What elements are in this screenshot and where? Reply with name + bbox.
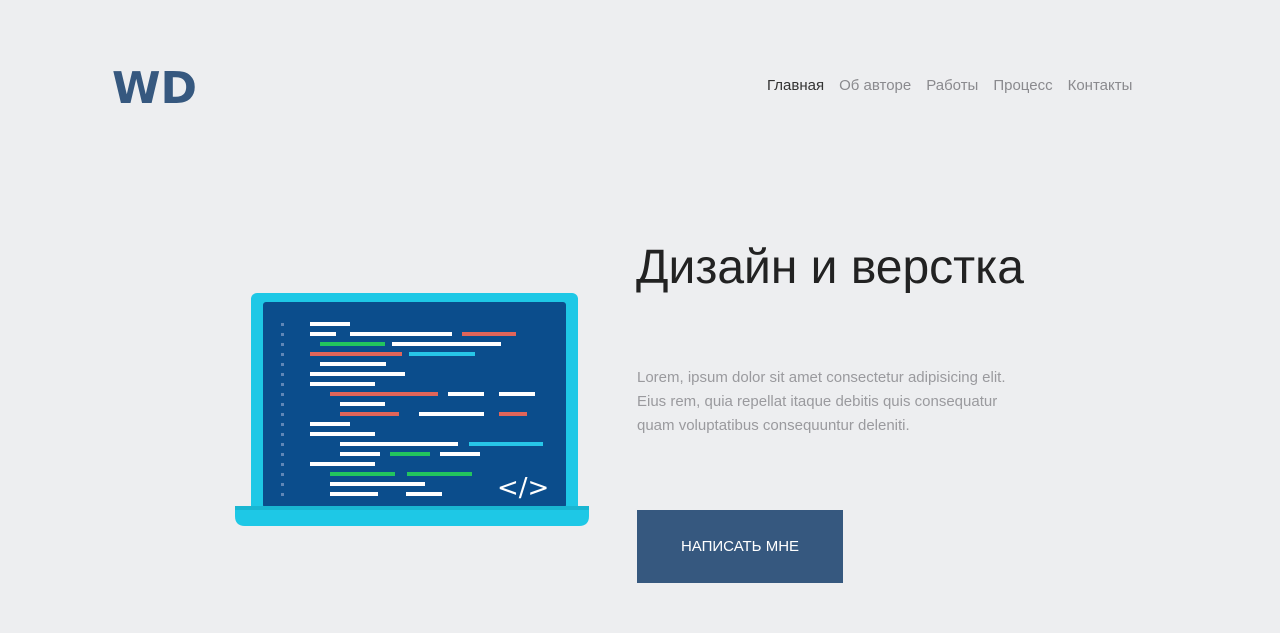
hero-description: Lorem, ipsum dolor sit amet consectetur …	[637, 369, 1006, 434]
nav-item-home[interactable]: Главная	[767, 77, 824, 94]
nav-item-process[interactable]: Процесс	[993, 77, 1052, 94]
contact-me-button[interactable]: НАПИСАТЬ МНЕ	[637, 510, 843, 583]
hero-title: Дизайн и верстка	[636, 241, 1024, 294]
nav-item-about[interactable]: Об авторе	[839, 77, 911, 94]
logo[interactable]: WD	[112, 60, 202, 110]
nav-item-contacts[interactable]: Контакты	[1068, 77, 1133, 94]
code-brackets-icon: </>	[497, 473, 549, 503]
main-nav: Главная Об авторе Работы Процесс Контакт…	[767, 77, 1132, 94]
nav-item-works[interactable]: Работы	[926, 77, 978, 94]
logo-text: WD	[112, 63, 197, 110]
laptop-illustration: </>	[235, 293, 589, 526]
page: WD Главная Об авторе Работы Процесс Конт…	[0, 0, 1280, 633]
